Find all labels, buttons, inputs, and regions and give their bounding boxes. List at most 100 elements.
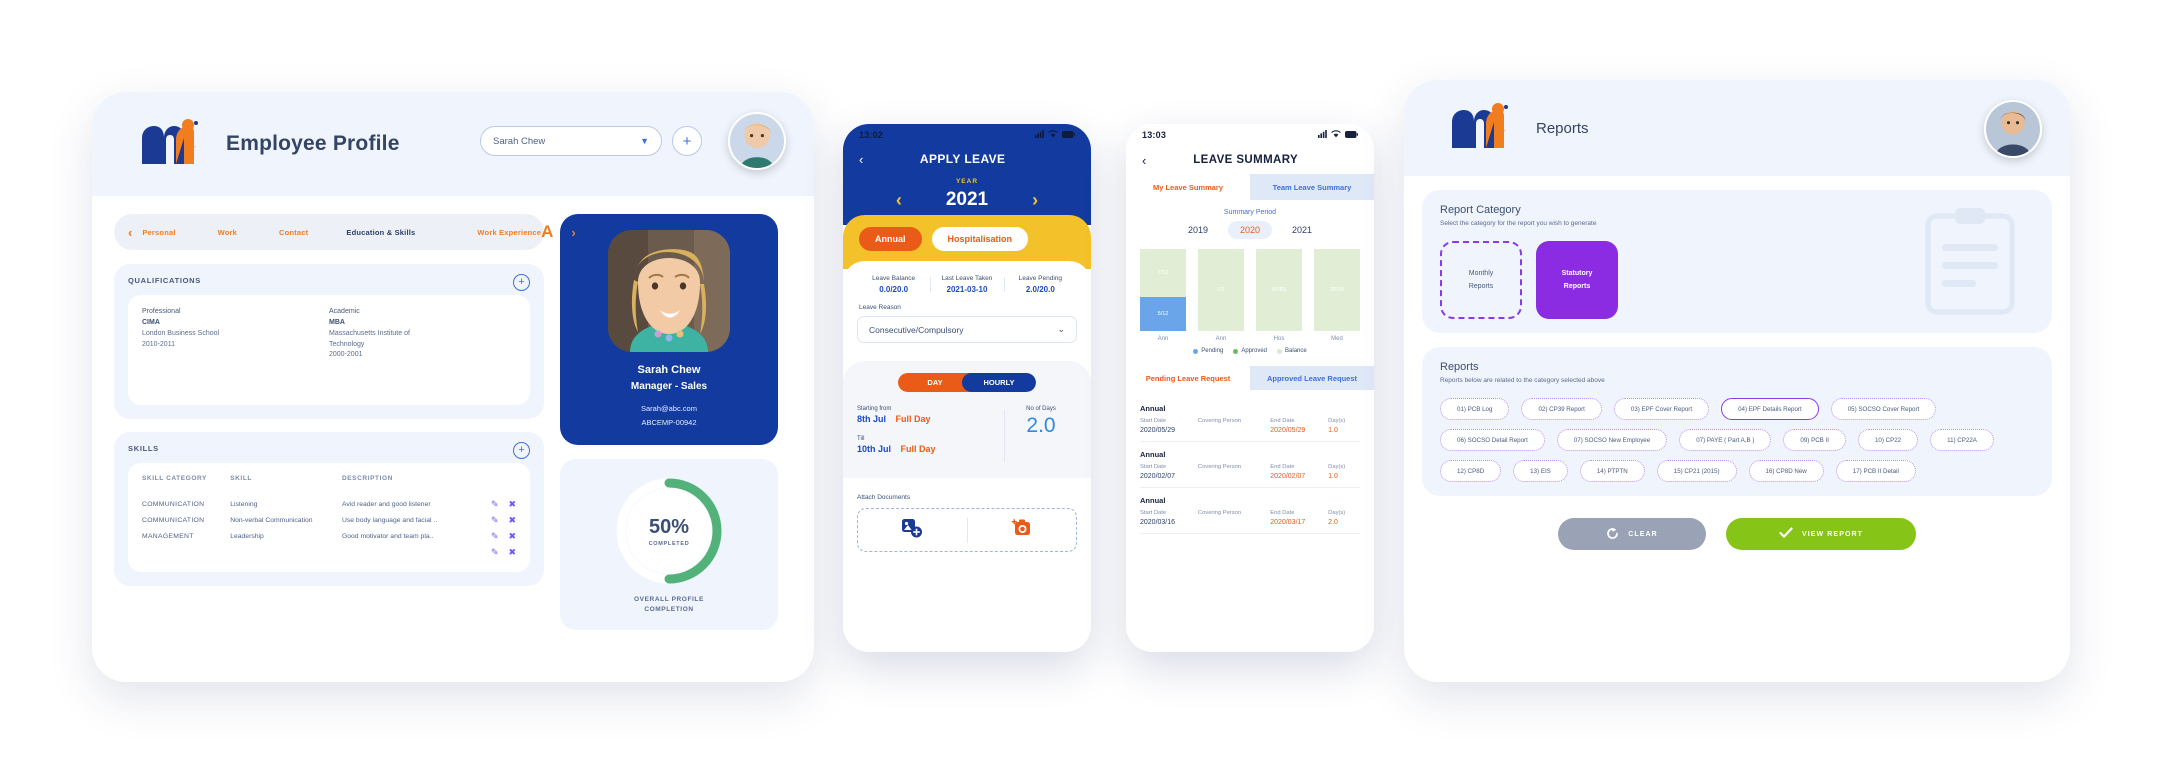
column-description: DESCRIPTION bbox=[341, 475, 393, 482]
report-chip-09[interactable]: 09) PCB II bbox=[1783, 429, 1846, 451]
toggle-hourly[interactable]: HOURLY bbox=[962, 373, 1036, 392]
last-leave-taken-value: 2021-03-10 bbox=[946, 285, 988, 294]
year-2020[interactable]: 2020 bbox=[1227, 221, 1273, 239]
close-icon[interactable]: ✖ bbox=[508, 515, 516, 526]
clear-button[interactable]: CLEAR bbox=[1558, 518, 1706, 550]
covering-person-label: Covering Person bbox=[1197, 510, 1242, 516]
year-2021[interactable]: 2021 bbox=[1280, 221, 1324, 239]
view-report-button-label: VIEW REPORT bbox=[1801, 530, 1864, 538]
employee-select[interactable]: Sarah Chew ▼ bbox=[480, 126, 662, 156]
report-chip-11[interactable]: 11) CP22A bbox=[1930, 429, 1994, 451]
refresh-icon bbox=[1606, 527, 1619, 542]
legend-pending-label: Pending bbox=[1201, 348, 1224, 354]
professional-years: 2010-2011 bbox=[142, 340, 175, 348]
add-skill-button[interactable]: + bbox=[513, 442, 530, 459]
tab-approved-leave-request[interactable]: Approved Leave Request bbox=[1250, 366, 1374, 390]
academic-name: MBA bbox=[329, 318, 345, 326]
report-chip-13[interactable]: 13) EIS bbox=[1513, 460, 1568, 482]
bar-group-2: 60/60 bbox=[1256, 249, 1302, 331]
avatar[interactable] bbox=[728, 112, 786, 170]
profile-tabs: Personal Work Contact Education & Skills… bbox=[132, 222, 571, 242]
pencil-icon[interactable]: ✎ bbox=[491, 499, 499, 510]
attach-camera-button[interactable] bbox=[966, 517, 1077, 543]
legend-dot-icon bbox=[1233, 348, 1239, 354]
tab-team-leave-summary[interactable]: Team Leave Summary bbox=[1250, 174, 1374, 200]
year-2019[interactable]: 2019 bbox=[1176, 221, 1220, 239]
attach-documents-label: Attach Documents bbox=[857, 494, 911, 501]
days-value: 1.0 bbox=[1328, 473, 1338, 480]
report-chip-16[interactable]: 16) CP8D New bbox=[1748, 460, 1824, 482]
till-date-row[interactable]: 10th Jul Full Day bbox=[857, 444, 995, 454]
list-item[interactable]: Annual Start Date 2020/05/29 Covering Pe… bbox=[1140, 396, 1360, 442]
leave-reason-label: Leave Reason bbox=[859, 304, 901, 311]
report-chip-03[interactable]: 03) EPF Cover Report bbox=[1613, 398, 1710, 420]
bar-segment-balance: 1/1 bbox=[1198, 249, 1244, 331]
pencil-icon[interactable]: ✎ bbox=[491, 531, 499, 542]
add-qualification-button[interactable]: + bbox=[513, 274, 530, 291]
chevron-left-icon[interactable]: ‹ bbox=[896, 190, 902, 211]
close-icon[interactable]: ✖ bbox=[508, 499, 516, 510]
report-chip-15[interactable]: 15) CP21 (2015) bbox=[1656, 460, 1737, 482]
add-employee-button[interactable]: + bbox=[672, 126, 702, 156]
report-chip-07[interactable]: 07) SOCSO New Employee bbox=[1556, 429, 1668, 451]
report-chip-04[interactable]: 04) EPF Details Report bbox=[1721, 398, 1819, 420]
report-chip-06[interactable]: 06) SOCSO Detail Report bbox=[1440, 429, 1545, 451]
report-chip-07b[interactable]: 07) PAYE ( Part A,B ) bbox=[1679, 429, 1772, 451]
report-chip-12[interactable]: 12) CP8D bbox=[1440, 460, 1502, 482]
list-item[interactable]: Annual Start Date 2020/02/07 Covering Pe… bbox=[1140, 442, 1360, 488]
report-chip-10[interactable]: 10) CP22 bbox=[1857, 429, 1919, 451]
profile-side-column: Sarah Chew Manager - Sales Sarah@abc.com… bbox=[560, 214, 778, 630]
tab-contact[interactable]: Contact bbox=[279, 228, 308, 237]
profile-header: hcm Employee Profile Sarah Chew ▼ + bbox=[92, 92, 814, 196]
column-skill-category: SKILL CATEGORY bbox=[142, 475, 207, 482]
chevron-right-icon[interactable]: › bbox=[571, 225, 575, 240]
leave-type-hospitalisation[interactable]: Hospitalisation bbox=[931, 227, 1029, 251]
tab-work-experience[interactable]: Work Experience bbox=[477, 228, 541, 237]
bar-segment-balance: 7/12 bbox=[1140, 249, 1186, 297]
leave-reason-select[interactable]: Consecutive/Compulsory ⌄ bbox=[857, 316, 1077, 343]
pencil-icon[interactable]: ✎ bbox=[491, 515, 499, 526]
x-label-2: Hos bbox=[1273, 336, 1285, 342]
request-type: Annual bbox=[1140, 496, 1166, 505]
request-covering: Covering Person bbox=[1198, 510, 1270, 526]
svg-text:hcm: hcm bbox=[188, 146, 195, 159]
report-chip-02[interactable]: 02) CP39 Report bbox=[1521, 398, 1602, 420]
avatar-image bbox=[730, 114, 784, 168]
toggle-day[interactable]: DAY bbox=[898, 373, 972, 392]
close-icon[interactable]: ✖ bbox=[508, 547, 516, 558]
employee-email: Sarah@abc.com bbox=[641, 404, 697, 413]
tab-work[interactable]: Work bbox=[218, 228, 237, 237]
start-date-row[interactable]: 8th Jul Full Day bbox=[857, 414, 995, 424]
tab-education-skills[interactable]: Education & Skills bbox=[346, 228, 415, 237]
report-chip-05[interactable]: 05) SOCSO Cover Report bbox=[1830, 398, 1937, 420]
leave-pending-value: 2.0/20.0 bbox=[1025, 285, 1055, 294]
report-chip-14[interactable]: 14) PTPTN bbox=[1579, 460, 1645, 482]
legend-pending: Pending bbox=[1193, 348, 1223, 354]
tab-personal[interactable]: Personal bbox=[142, 228, 175, 237]
close-icon[interactable]: ✖ bbox=[508, 531, 516, 542]
bar-group-0: 7/12 5/12 bbox=[1140, 249, 1186, 331]
leave-type-annual[interactable]: Annual bbox=[859, 227, 922, 251]
tab-my-leave-summary[interactable]: My Leave Summary bbox=[1126, 174, 1250, 200]
start-date-label: Start Date bbox=[1140, 464, 1167, 470]
reports-panel: hcm Reports Report Category Select the c… bbox=[1404, 80, 2070, 682]
category-card-monthly-reports[interactable]: Monthly Reports bbox=[1440, 241, 1522, 319]
request-covering: Covering Person bbox=[1198, 464, 1270, 480]
completion-donut-chart: 50% COMPLETED bbox=[613, 475, 725, 587]
category-card-statutory-reports[interactable]: Statutory Reports bbox=[1536, 241, 1618, 319]
view-report-button[interactable]: VIEW REPORT bbox=[1726, 518, 1916, 550]
tab-pending-leave-request[interactable]: Pending Leave Request bbox=[1126, 366, 1250, 390]
pencil-icon[interactable]: ✎ bbox=[491, 547, 499, 558]
report-chip-01[interactable]: 01) PCB Log bbox=[1440, 398, 1510, 420]
report-chip-17[interactable]: 17) PCB II Detail bbox=[1835, 460, 1916, 482]
avatar[interactable] bbox=[1984, 100, 2042, 158]
leave-pending-label: Leave Pending bbox=[1018, 275, 1062, 282]
legend-balance: Balance bbox=[1277, 348, 1307, 354]
x-label-3: Med bbox=[1331, 336, 1343, 342]
attach-gallery-button[interactable] bbox=[858, 518, 967, 543]
list-item[interactable]: Annual Start Date 2020/03/16 Covering Pe… bbox=[1140, 488, 1360, 534]
table-row: COMMUNICATION Non-verbal Communication U… bbox=[142, 512, 516, 528]
employee-select-value: Sarah Chew bbox=[493, 135, 546, 147]
chevron-right-icon[interactable]: › bbox=[1032, 190, 1038, 211]
start-date-label: Start Date bbox=[1140, 510, 1167, 516]
